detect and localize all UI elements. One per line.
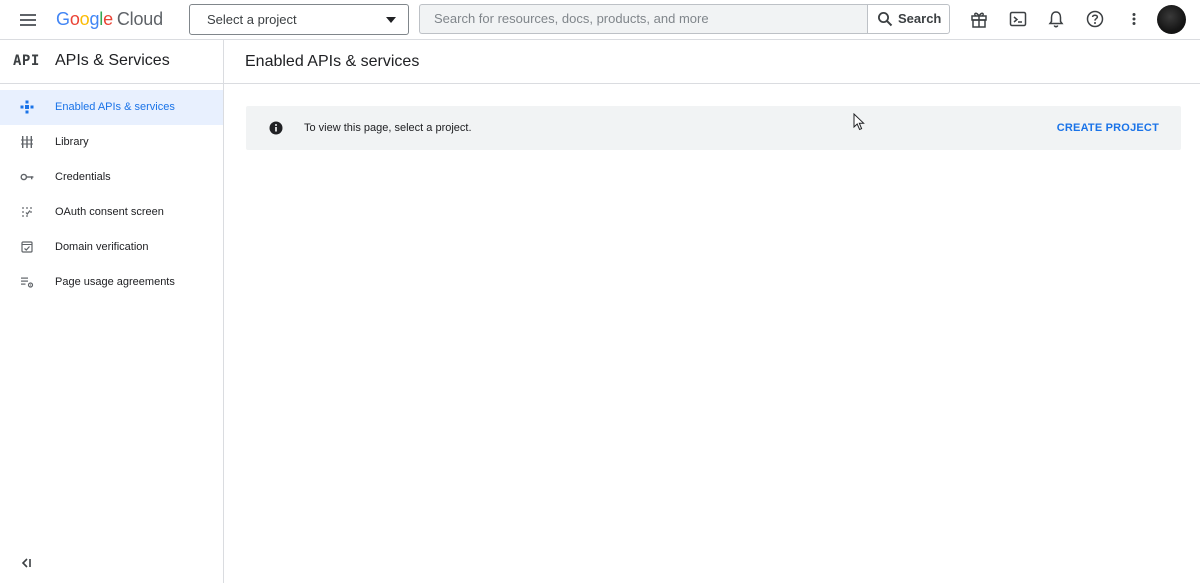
top-bar: Google Cloud Select a project Search for …: [0, 0, 1200, 40]
library-icon: [21, 136, 33, 148]
account-avatar[interactable]: [1157, 5, 1186, 34]
sidebar-title: APIs & Services: [55, 52, 170, 69]
mouse-cursor-icon: [853, 113, 865, 131]
collapse-sidebar-icon[interactable]: [20, 557, 34, 569]
banner-message: To view this page, select a project.: [304, 122, 472, 134]
sidebar-item-credentials[interactable]: Credentials: [0, 160, 223, 195]
notifications-icon[interactable]: [1046, 9, 1066, 29]
logo-google-text: Google: [56, 9, 113, 29]
sidebar-item-label: Domain verification: [55, 241, 149, 253]
search-button[interactable]: Search: [867, 4, 950, 34]
sidebar-item-label: Credentials: [55, 171, 111, 183]
project-selector[interactable]: Select a project: [189, 4, 409, 35]
sidebar-item-page-usage-agreements[interactable]: Page usage agreements: [0, 265, 223, 300]
cloud-shell-icon[interactable]: [1008, 9, 1028, 29]
page-usage-icon: [21, 277, 34, 288]
dropdown-caret-icon: [386, 17, 396, 23]
page-title: Enabled APIs & services: [245, 53, 420, 70]
sidebar-item-library[interactable]: Library: [0, 125, 223, 160]
create-project-button[interactable]: CREATE PROJECT: [1057, 122, 1159, 134]
sidebar-header: API APIs & Services: [0, 40, 223, 84]
main-header: Enabled APIs & services: [224, 40, 1200, 84]
sidebar-item-label: Page usage agreements: [55, 276, 175, 288]
search-placeholder: Search for resources, docs, products, an…: [434, 11, 709, 26]
select-project-banner: To view this page, select a project. CRE…: [246, 106, 1181, 150]
more-vert-icon[interactable]: [1124, 9, 1144, 29]
help-icon[interactable]: [1085, 9, 1105, 29]
info-icon: [269, 121, 283, 135]
sidebar-nav: Enabled APIs & services Library Credenti…: [0, 90, 223, 300]
menu-icon[interactable]: [18, 10, 38, 30]
sidebar-item-oauth-consent[interactable]: OAuth consent screen: [0, 195, 223, 230]
logo-cloud-text: Cloud: [116, 9, 163, 29]
gift-icon[interactable]: [969, 9, 989, 29]
sidebar-item-label: Enabled APIs & services: [55, 101, 175, 113]
domain-verification-icon: [21, 241, 33, 253]
search-icon: [878, 12, 893, 27]
sidebar-item-label: OAuth consent screen: [55, 206, 164, 218]
search-button-label: Search: [898, 11, 942, 26]
google-cloud-logo[interactable]: Google Cloud: [56, 8, 163, 30]
oauth-icon: [22, 207, 32, 217]
sidebar-item-enabled-apis[interactable]: Enabled APIs & services: [0, 90, 223, 125]
key-icon: [20, 173, 34, 181]
sidebar-item-label: Library: [55, 136, 89, 148]
sidebar-item-domain-verification[interactable]: Domain verification: [0, 230, 223, 265]
sidebar: API APIs & Services Enabled APIs & servi…: [0, 40, 224, 583]
search-input[interactable]: Search for resources, docs, products, an…: [419, 4, 867, 34]
project-selector-label: Select a project: [207, 12, 297, 27]
enabled-apis-icon: [20, 100, 34, 114]
api-badge: API: [13, 53, 40, 69]
